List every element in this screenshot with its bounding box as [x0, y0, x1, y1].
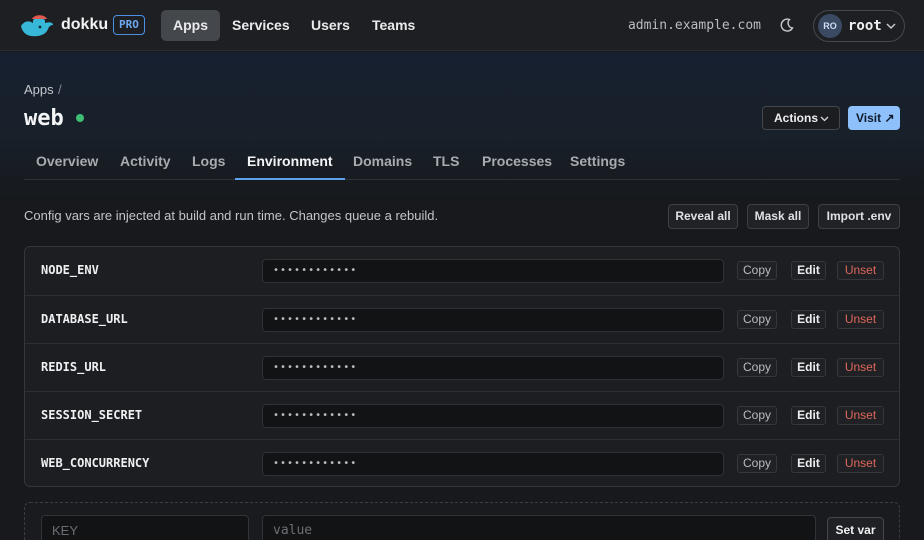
table-row: REDIS_URL •••••••••••• Copy Edit Unset	[25, 343, 899, 391]
table-row: DATABASE_URL •••••••••••• Copy Edit Unse…	[25, 295, 899, 343]
edit-button[interactable]: Edit	[791, 454, 826, 473]
unset-button[interactable]: Unset	[837, 358, 884, 377]
reveal-all-button[interactable]: Reveal all	[668, 204, 738, 229]
app-tabs: Overview Activity Logs Environment Domai…	[24, 146, 900, 180]
actions-label: Actions	[774, 111, 819, 125]
server-host: admin.example.com	[627, 18, 761, 33]
dokku-whale-logo-icon[interactable]	[20, 13, 54, 39]
var-value-masked[interactable]: ••••••••••••	[262, 356, 724, 380]
brand-name: dokku	[61, 16, 109, 33]
mask-all-button[interactable]: Mask all	[747, 204, 809, 229]
unset-button[interactable]: Unset	[837, 406, 884, 425]
edit-button[interactable]: Edit	[791, 406, 826, 425]
table-row: WEB_CONCURRENCY •••••••••••• Copy Edit U…	[25, 439, 899, 486]
set-var-button[interactable]: Set var	[827, 517, 884, 540]
nav-link-services[interactable]: Services	[220, 10, 302, 41]
var-key: DATABASE_URL	[41, 312, 128, 326]
var-value-masked[interactable]: ••••••••••••	[262, 404, 724, 428]
table-row: NODE_ENV •••••••••••• Copy Edit Unset	[25, 247, 899, 295]
edit-button[interactable]: Edit	[791, 310, 826, 329]
avatar: RO	[818, 14, 842, 38]
var-value-masked[interactable]: ••••••••••••	[262, 308, 724, 332]
nav-link-teams[interactable]: Teams	[360, 10, 427, 41]
unset-button[interactable]: Unset	[837, 454, 884, 473]
tab-overview[interactable]: Overview	[36, 146, 98, 180]
tab-activity[interactable]: Activity	[120, 146, 171, 180]
nav-link-apps[interactable]: Apps	[161, 10, 220, 41]
unset-button[interactable]: Unset	[837, 261, 884, 280]
copy-button[interactable]: Copy	[737, 310, 777, 329]
app-status-indicator	[76, 114, 84, 122]
var-key: WEB_CONCURRENCY	[41, 456, 150, 470]
var-key: REDIS_URL	[41, 360, 107, 374]
copy-button[interactable]: Copy	[737, 261, 777, 280]
user-menu-button[interactable]: RO root	[813, 10, 905, 42]
unset-button[interactable]: Unset	[837, 310, 884, 329]
tab-logs[interactable]: Logs	[192, 146, 225, 180]
var-value-masked[interactable]: ••••••••••••	[262, 259, 724, 283]
env-vars-table: NODE_ENV •••••••••••• Copy Edit Unset DA…	[24, 246, 900, 487]
tab-settings[interactable]: Settings	[570, 146, 625, 180]
tab-tls[interactable]: TLS	[433, 146, 459, 180]
tab-processes[interactable]: Processes	[482, 146, 552, 180]
table-row: SESSION_SECRET •••••••••••• Copy Edit Un…	[25, 391, 899, 439]
edit-button[interactable]: Edit	[791, 358, 826, 377]
actions-dropdown-button[interactable]: Actions	[762, 106, 840, 130]
new-var-form: Set var	[24, 502, 900, 540]
tab-environment[interactable]: Environment	[235, 146, 345, 180]
import-env-button[interactable]: Import .env	[818, 204, 900, 229]
nav-link-users[interactable]: Users	[299, 10, 362, 41]
var-value-masked[interactable]: ••••••••••••	[262, 452, 724, 476]
new-var-value-input[interactable]	[262, 515, 816, 540]
page-title: web	[24, 106, 64, 131]
user-name: root	[848, 18, 882, 34]
breadcrumb-separator: /	[58, 82, 62, 97]
var-key: NODE_ENV	[41, 263, 99, 277]
breadcrumb-apps[interactable]: Apps	[24, 82, 54, 97]
new-var-key-input[interactable]	[41, 515, 249, 540]
pro-badge: PRO	[113, 15, 145, 35]
moon-icon[interactable]	[779, 17, 795, 33]
copy-button[interactable]: Copy	[737, 406, 777, 425]
chevron-down-icon	[886, 23, 896, 30]
var-key: SESSION_SECRET	[41, 408, 143, 422]
copy-button[interactable]: Copy	[737, 454, 777, 473]
edit-button[interactable]: Edit	[791, 261, 826, 280]
top-navbar: dokku PRO Apps Services Users Teams admi…	[0, 0, 924, 51]
copy-button[interactable]: Copy	[737, 358, 777, 377]
tab-domains[interactable]: Domains	[353, 146, 412, 180]
chevron-down-icon	[820, 116, 829, 122]
environment-description: Config vars are injected at build and ru…	[24, 208, 439, 223]
visit-button[interactable]: Visit ↗	[848, 106, 900, 130]
